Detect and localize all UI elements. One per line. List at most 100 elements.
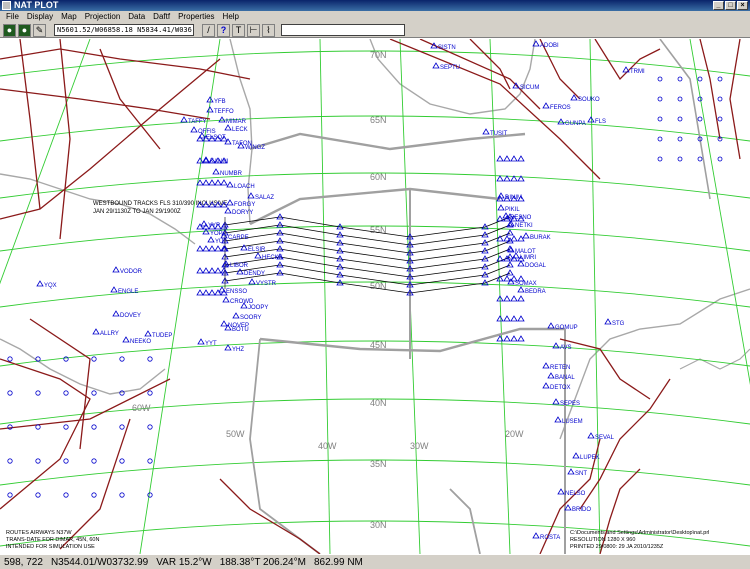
fix-label-gunpa: GUNPA	[565, 121, 586, 127]
menu-data[interactable]: Data	[124, 11, 149, 23]
navaid-marker	[7, 356, 13, 362]
fix-marker	[517, 235, 525, 242]
fix-marker	[510, 155, 518, 162]
track-waypoint	[276, 221, 284, 228]
navaid-marker	[697, 116, 703, 122]
menu-map[interactable]: Map	[57, 11, 81, 23]
navaid-marker	[7, 458, 13, 464]
fix-marker	[196, 157, 204, 164]
menu-daftf[interactable]: Daftf	[149, 11, 174, 23]
fix-marker	[110, 286, 118, 293]
navaid-marker	[119, 458, 125, 464]
globe-icon[interactable]: ●	[3, 23, 16, 37]
fix-marker	[497, 204, 505, 211]
fix-marker	[202, 267, 210, 274]
fix-marker	[208, 179, 216, 186]
help-icon[interactable]: ?	[217, 23, 230, 37]
navaid-marker	[91, 424, 97, 430]
fix-marker	[214, 179, 222, 186]
fix-label-yhz: YHZ	[232, 347, 244, 353]
menu-help[interactable]: Help	[219, 11, 243, 23]
airway-route	[19, 39, 41, 210]
navaid-marker	[657, 116, 663, 122]
fix-label-seval: SEVAL	[595, 435, 615, 441]
pen-icon[interactable]: ✎	[33, 23, 46, 37]
fix-marker	[208, 245, 216, 252]
fix-label-detox: DETOX	[550, 385, 571, 391]
fix-label-doryy: DORYY	[232, 210, 253, 216]
airway-route	[699, 39, 721, 140]
fix-marker	[144, 330, 152, 337]
fix-label-banal: BANAL	[555, 375, 575, 381]
text-tool-icon[interactable]: T	[232, 23, 245, 37]
navaid-marker	[91, 356, 97, 362]
navaid-marker	[657, 96, 663, 102]
fix-label-lusem: LUSEM	[562, 419, 583, 425]
navaid-marker	[717, 76, 723, 82]
fix-marker	[248, 278, 256, 285]
navaid-marker	[35, 492, 41, 498]
fir-boundary-azores	[449, 488, 481, 554]
navaid-marker	[147, 492, 153, 498]
lat-label: 60N	[370, 172, 387, 182]
fix-marker	[202, 179, 210, 186]
fix-marker	[254, 252, 262, 259]
lat-label: 35N	[370, 459, 387, 469]
fix-label-fls: FLS	[595, 119, 606, 125]
lon-label: 60W	[132, 403, 151, 413]
map-svg[interactable]: 70N65N60N55N50N45N40N35N30N60W50W40W 30W2…	[0, 39, 750, 554]
fix-marker	[517, 260, 525, 267]
minimize-button[interactable]: _	[713, 1, 724, 10]
bottom-right-note: RESOLUTION 1280 X 960	[570, 537, 635, 543]
fix-marker	[232, 312, 240, 319]
menu-file[interactable]: File	[2, 11, 23, 23]
fix-label-adobi: ADOBI	[540, 43, 559, 49]
fix-marker	[510, 315, 518, 322]
route-input[interactable]	[281, 24, 405, 36]
menu-properties[interactable]: Properties	[174, 11, 218, 23]
fix-marker	[517, 335, 525, 342]
fix-label-nelso: NELSO	[565, 491, 586, 497]
navaid-marker	[91, 390, 97, 396]
menu-display[interactable]: Display	[23, 11, 57, 23]
airway-route	[729, 39, 741, 160]
bottom-left-note: INTENDED FOR SIMULATION USE	[6, 544, 95, 550]
navaid-marker	[7, 390, 13, 396]
brush-icon[interactable]: /	[202, 23, 215, 37]
bottom-right-note: C:\Documents and Settings\Administrator\…	[570, 530, 709, 536]
route-icon[interactable]: ⌇	[262, 23, 275, 37]
ruler-icon[interactable]: ⊢	[247, 23, 260, 37]
bottom-right-note: PRINTED 29/0800: 29 JA 2010/1235Z	[570, 544, 664, 550]
fix-label-dogal: DOGAL	[525, 263, 547, 269]
fix-label-netki: NETKI	[515, 223, 533, 229]
fix-marker	[496, 215, 504, 222]
fix-label-joopy: JOOPY	[248, 305, 268, 311]
fix-marker	[226, 199, 234, 206]
magnetic-variation: VAR 15.2°W	[156, 556, 212, 568]
maximize-button[interactable]: □	[725, 1, 736, 10]
track-waypoint	[506, 229, 514, 236]
navaid-marker	[63, 492, 69, 498]
coordinates-input[interactable]	[54, 24, 194, 36]
globe-plus-icon[interactable]: ●	[18, 23, 31, 37]
fix-label-sepes: SEPES	[560, 401, 580, 407]
fix-marker	[112, 310, 120, 317]
menu-projection[interactable]: Projection	[81, 11, 125, 23]
fix-label-neeko: NEEKO	[130, 339, 151, 345]
navaid-marker	[677, 96, 683, 102]
navaid-marker	[63, 390, 69, 396]
fix-marker	[207, 236, 215, 243]
navaid-marker	[119, 424, 125, 430]
navaid-marker	[35, 424, 41, 430]
fix-label-elsir: ELSIR	[248, 247, 266, 253]
fix-marker	[214, 267, 222, 274]
airway-route	[0, 58, 221, 220]
lat-label: 70N	[370, 50, 387, 60]
window-title: NAT PLOT	[14, 0, 59, 10]
fix-label-rosta: ROSTA	[540, 535, 560, 541]
map-canvas[interactable]: 70N 65N 60N 55N 50N 45N 40N 35N 30N 60W 50W 40W 30W 2…	[0, 39, 750, 554]
navaid-marker	[677, 136, 683, 142]
track-waypoint	[276, 269, 284, 276]
close-button[interactable]: ×	[737, 1, 748, 10]
fix-label-somax: SOMAX	[515, 281, 537, 287]
